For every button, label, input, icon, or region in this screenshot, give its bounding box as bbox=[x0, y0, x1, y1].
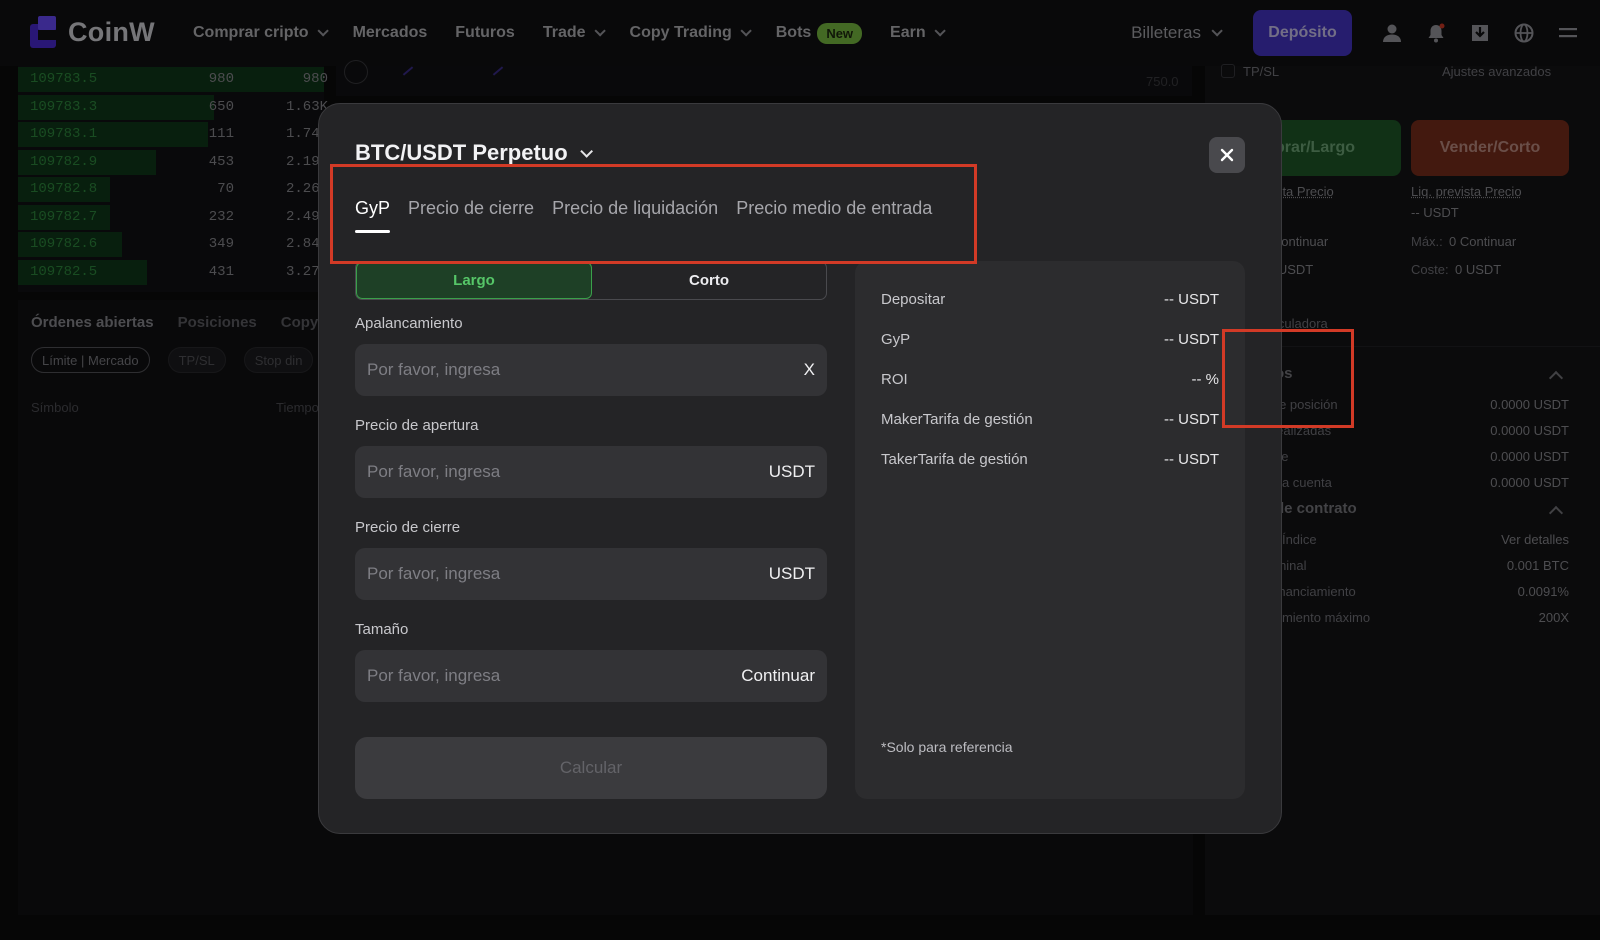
result-label: ROI bbox=[881, 371, 908, 388]
close-price-input[interactable]: Por favor, ingresa USDT bbox=[355, 548, 827, 600]
leverage-input[interactable]: Por favor, ingresa X bbox=[355, 344, 827, 396]
result-taker-fee: TakerTarifa de gestión -- USDT bbox=[881, 451, 1219, 468]
result-value: -- USDT bbox=[1164, 291, 1219, 308]
close-price-label: Precio de cierre bbox=[355, 519, 461, 536]
result-label: Depositar bbox=[881, 291, 946, 308]
contract-selector[interactable]: BTC/USDT Perpetuo bbox=[355, 140, 593, 166]
highlight-box-panel bbox=[1222, 329, 1354, 428]
leverage-placeholder: Por favor, ingresa bbox=[367, 360, 501, 379]
side-toggle: Largo Corto bbox=[355, 261, 827, 300]
result-label: MakerTarifa de gestión bbox=[881, 411, 1033, 428]
result-pnl: GyP -- USDT bbox=[881, 331, 1219, 348]
result-value: -- USDT bbox=[1164, 451, 1219, 468]
close-button[interactable] bbox=[1209, 137, 1245, 173]
result-value: -- USDT bbox=[1164, 411, 1219, 428]
leverage-label: Apalancamiento bbox=[355, 315, 463, 332]
size-input[interactable]: Por favor, ingresa Continuar bbox=[355, 650, 827, 702]
result-deposit: Depositar -- USDT bbox=[881, 291, 1219, 308]
short-button[interactable]: Corto bbox=[592, 262, 826, 299]
result-value: -- USDT bbox=[1164, 331, 1219, 348]
close-icon bbox=[1220, 148, 1234, 162]
close-price-unit: USDT bbox=[768, 564, 815, 583]
result-label: TakerTarifa de gestión bbox=[881, 451, 1028, 468]
result-label: GyP bbox=[881, 331, 911, 348]
open-price-unit: USDT bbox=[768, 462, 815, 481]
calculate-button[interactable]: Calcular bbox=[355, 737, 827, 799]
highlight-box-tabs bbox=[330, 164, 977, 264]
modal-title: BTC/USDT Perpetuo bbox=[355, 140, 568, 165]
size-unit: Continuar bbox=[741, 666, 815, 685]
close-price-placeholder: Por favor, ingresa bbox=[367, 564, 501, 583]
long-button[interactable]: Largo bbox=[356, 262, 592, 299]
results-panel: Depositar -- USDT GyP -- USDT ROI -- % M… bbox=[855, 261, 1245, 799]
size-placeholder: Por favor, ingresa bbox=[367, 666, 501, 685]
open-price-placeholder: Por favor, ingresa bbox=[367, 462, 501, 481]
result-maker-fee: MakerTarifa de gestión -- USDT bbox=[881, 411, 1219, 428]
open-price-input[interactable]: Por favor, ingresa USDT bbox=[355, 446, 827, 498]
result-roi: ROI -- % bbox=[881, 371, 1219, 388]
chevron-down-icon bbox=[579, 144, 593, 158]
open-price-label: Precio de apertura bbox=[355, 417, 479, 434]
leverage-unit: X bbox=[803, 360, 815, 379]
result-value: -- % bbox=[1191, 371, 1220, 388]
reference-note: *Solo para referencia bbox=[881, 739, 1013, 755]
size-label: Tamaño bbox=[355, 621, 409, 638]
